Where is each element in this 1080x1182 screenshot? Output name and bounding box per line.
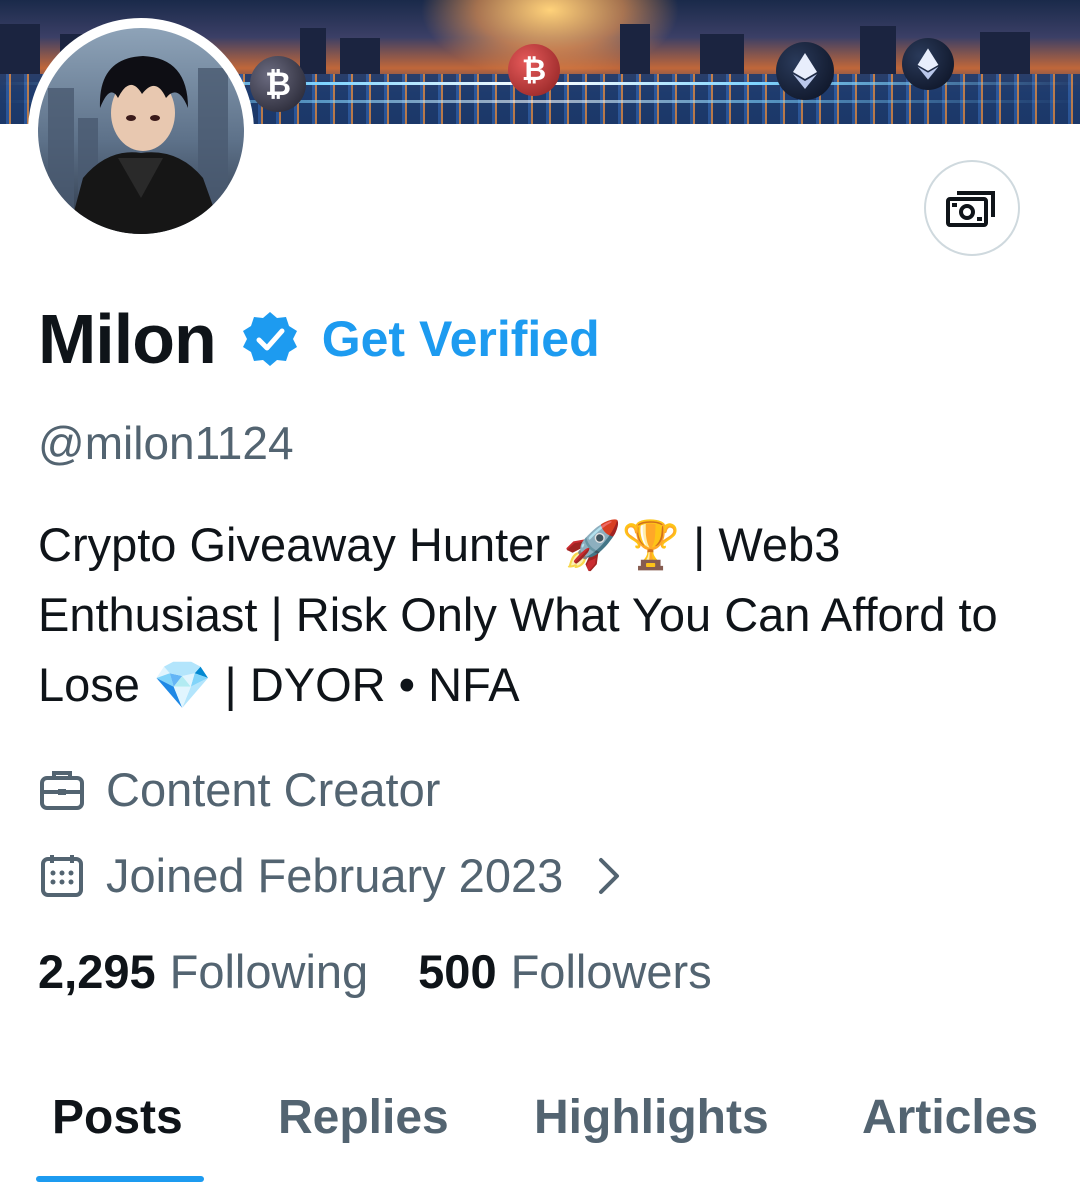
following-count: 2,295	[38, 945, 156, 998]
tab-replies[interactable]: Replies	[278, 1090, 449, 1145]
profile-tabs: Posts Replies Highlights Articles	[0, 1080, 1080, 1182]
tip-button[interactable]	[924, 160, 1020, 256]
follow-stats: 2,295 Following 500 Followers	[38, 944, 712, 999]
profile-name: Milon	[38, 300, 217, 378]
calendar-icon	[38, 852, 86, 900]
active-tab-indicator	[36, 1176, 204, 1182]
following-label: Following	[169, 945, 369, 998]
joined-row[interactable]: Joined February 2023	[38, 848, 627, 903]
profile-bio: Crypto Giveaway Hunter 🚀🏆 | Web3 Enthusi…	[38, 518, 998, 711]
banner-building	[300, 28, 326, 74]
avatar-image	[38, 28, 244, 234]
get-verified-link[interactable]: Get Verified	[322, 310, 600, 368]
bitcoin-symbol: ₿	[264, 65, 292, 103]
banner-building	[340, 38, 380, 74]
briefcase-icon	[38, 766, 86, 814]
profile-name-row: Milon Get Verified	[38, 296, 600, 382]
tab-posts[interactable]: Posts	[52, 1090, 183, 1145]
tab-articles[interactable]: Articles	[862, 1090, 1038, 1145]
joined-label: Joined February 2023	[106, 849, 564, 902]
money-tip-icon	[946, 191, 995, 227]
banner-building	[0, 24, 40, 74]
banner-building	[700, 34, 744, 74]
avatar-character-illustration	[68, 56, 223, 234]
followers-label: Followers	[510, 945, 712, 998]
tab-highlights[interactable]: Highlights	[534, 1090, 769, 1145]
banner-building	[620, 24, 650, 74]
ethereum-icon	[776, 42, 834, 100]
verified-badge-icon[interactable]	[240, 309, 300, 369]
followers-link[interactable]: 500 Followers	[418, 944, 712, 999]
chevron-right-icon[interactable]	[591, 856, 627, 896]
banner-building	[860, 26, 896, 74]
ethereum-icon	[902, 38, 954, 90]
bitcoin-icon: ₿	[250, 56, 306, 112]
profile-handle: @milon1124	[38, 417, 294, 469]
profile-avatar[interactable]	[28, 18, 254, 244]
following-link[interactable]: 2,295 Following	[38, 944, 368, 999]
bitcoin-icon: ₿	[508, 44, 560, 96]
banner-building	[980, 32, 1030, 74]
followers-count: 500	[418, 945, 497, 998]
profession-label: Content Creator	[106, 763, 441, 816]
profession-row: Content Creator	[38, 762, 440, 817]
bitcoin-symbol: ₿	[521, 52, 547, 88]
